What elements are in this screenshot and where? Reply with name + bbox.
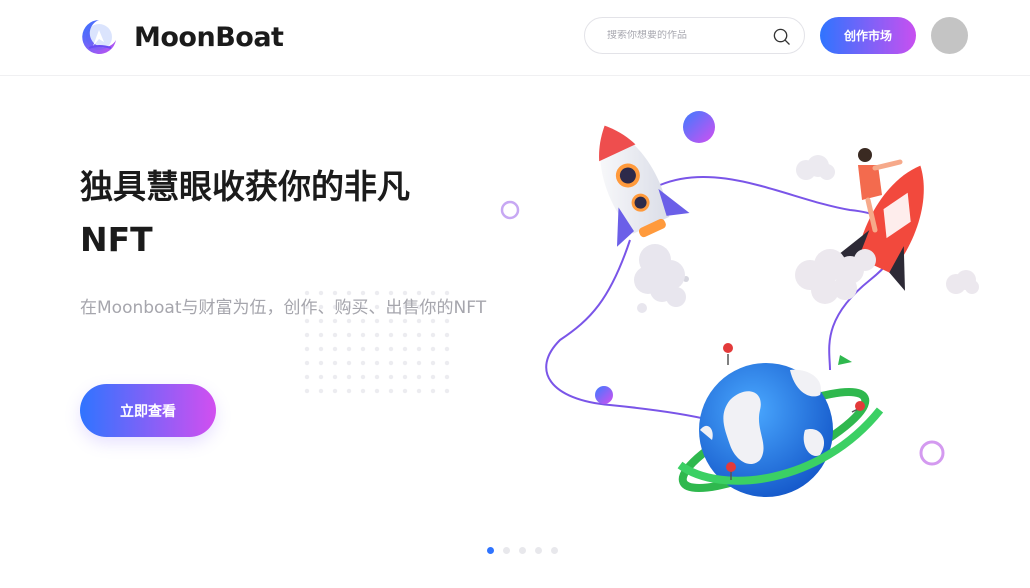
carousel-dot-5[interactable]: [551, 547, 558, 554]
floating-orb-top: [683, 111, 715, 143]
smoke-cloud: [634, 244, 686, 313]
brand-logo[interactable]: MoonBoat: [80, 18, 284, 56]
carousel-dot-3[interactable]: [519, 547, 526, 554]
rocket-earth-illustration: [500, 111, 979, 497]
carousel-dot-1[interactable]: [487, 547, 494, 554]
search-icon[interactable]: [772, 27, 791, 46]
search-input[interactable]: [607, 30, 767, 41]
search-box[interactable]: [584, 17, 805, 54]
hero-title-line2: NFT: [80, 220, 153, 259]
cloud-icon: [946, 270, 979, 294]
view-now-button[interactable]: 立即查看: [80, 384, 216, 437]
carousel-dot-4[interactable]: [535, 547, 542, 554]
globe-icon: [677, 343, 884, 497]
top-navbar: MoonBoat 创作市场: [0, 0, 1030, 76]
creation-market-button[interactable]: 创作市场: [820, 17, 916, 54]
moonboat-logo-icon: [82, 20, 116, 54]
brand-name: MoonBoat: [134, 21, 284, 53]
carousel-dot-2[interactable]: [503, 547, 510, 554]
rocket-icon: [599, 125, 690, 247]
floating-ring-right: [919, 440, 945, 466]
floating-orb-left: [595, 386, 613, 404]
hero-subtitle: 在Moonboat与财富为伍，创作、购买、出售你的NFT: [80, 298, 487, 318]
smoke-cloud: [795, 249, 876, 304]
user-avatar[interactable]: [931, 17, 968, 54]
hero-title-line1: 独具慧眼收获你的非凡: [80, 167, 410, 206]
carousel-indicators: [487, 547, 567, 554]
cloud-icon: [796, 155, 835, 180]
hero-title: 独具慧眼收获你的非凡 NFT: [80, 160, 500, 266]
floating-ring-left: [500, 200, 520, 220]
